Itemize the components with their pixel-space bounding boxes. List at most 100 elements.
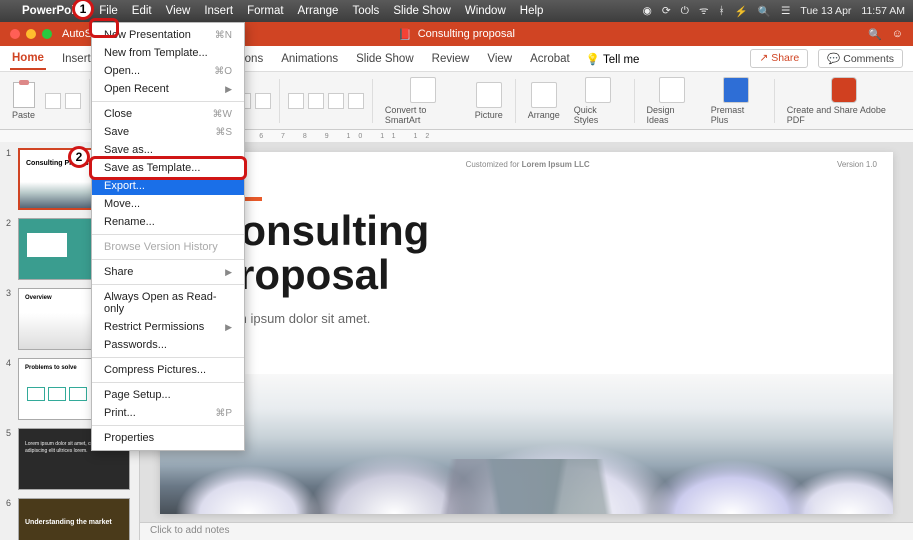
file-menu-item[interactable]: Properties (92, 429, 244, 447)
share-button[interactable]: ↗ Share (750, 49, 808, 68)
arrange-group[interactable]: Arrange (524, 82, 564, 120)
menu-insert[interactable]: Insert (204, 5, 233, 17)
close-icon[interactable] (10, 29, 20, 39)
adobe-pdf-group[interactable]: Create and Share Adobe PDF (783, 77, 905, 125)
clipboard-buttons[interactable] (45, 93, 81, 109)
doc-title[interactable]: Consulting proposal (418, 28, 515, 40)
arrange-label: Arrange (528, 110, 560, 120)
status-icon[interactable]: ⏻ (681, 5, 689, 18)
menu-tools[interactable]: Tools (352, 5, 379, 17)
smartart-group[interactable]: Convert to SmartArt (381, 77, 465, 125)
file-menu-item[interactable]: Browse Version History (92, 238, 244, 256)
paste-group[interactable]: Paste (8, 82, 39, 120)
slide-subtitle[interactable]: Lorem ipsum dolor sit amet. (210, 311, 893, 326)
quickstyles-label: Quick Styles (574, 105, 622, 125)
slide-editor[interactable]: Confidential Customized for Lorem Ipsum … (140, 142, 913, 540)
search-icon[interactable]: 🔍 (868, 28, 882, 41)
smartart-icon[interactable] (410, 77, 436, 103)
paste-label: Paste (12, 110, 35, 120)
battery-icon[interactable]: ⚡ (735, 5, 748, 18)
design-ideas-label: Design Ideas (647, 105, 697, 125)
thumbnail-6[interactable]: 6 Understanding the market (6, 498, 133, 540)
menu-window[interactable]: Window (465, 5, 506, 17)
thumb-number: 6 (6, 498, 14, 540)
arrange-icon[interactable] (531, 82, 557, 108)
premast-group[interactable]: Premast Plus (707, 77, 766, 125)
tab-insert[interactable]: Insert (60, 49, 93, 69)
picture-group[interactable]: Picture (471, 82, 507, 120)
design-ideas-icon[interactable] (659, 77, 685, 103)
user-icon[interactable]: ☺ (892, 28, 903, 41)
maximize-icon[interactable] (42, 29, 52, 39)
file-menu-item[interactable]: Open Recent▶ (92, 80, 244, 98)
paste-icon[interactable] (13, 82, 35, 108)
tab-home[interactable]: Home (10, 48, 46, 70)
slide-image (160, 374, 893, 514)
wifi-icon[interactable]: ᯤ (699, 4, 709, 18)
current-slide[interactable]: Confidential Customized for Lorem Ipsum … (160, 152, 893, 514)
file-menu-item[interactable]: New from Template... (92, 44, 244, 62)
tell-me[interactable]: 💡 Tell me (586, 52, 640, 66)
thumb-number: 2 (6, 218, 14, 280)
tab-slideshow[interactable]: Slide Show (354, 49, 416, 69)
search-icon[interactable]: 🔍 (758, 5, 771, 18)
status-icon[interactable]: ◉ (643, 5, 652, 17)
file-menu-item[interactable]: Save⌘S (92, 123, 244, 141)
smartart-label: Convert to SmartArt (385, 105, 461, 125)
menu-format[interactable]: Format (247, 5, 283, 17)
doc-icon: 📕 (398, 28, 412, 41)
slide-version: Version 1.0 (837, 160, 877, 169)
thumb-number: 1 (6, 148, 14, 210)
menubar-status: ◉ ⟳ ⏻ ᯤ ᚼ ⚡ 🔍 ☰ Tue 13 Apr 11:57 AM (643, 4, 905, 18)
file-menu-item[interactable]: Print...⌘P (92, 404, 244, 422)
file-menu-dropdown: New Presentation⌘NNew from Template...Op… (91, 22, 245, 451)
status-icon[interactable]: ⟳ (662, 5, 671, 17)
menu-file[interactable]: File (99, 5, 118, 17)
tab-acrobat[interactable]: Acrobat (528, 49, 572, 69)
menu-arrange[interactable]: Arrange (298, 5, 339, 17)
file-menu-item[interactable]: Page Setup... (92, 386, 244, 404)
file-menu-item[interactable]: Always Open as Read-only (92, 288, 244, 318)
tab-review[interactable]: Review (430, 49, 472, 69)
file-menu-item[interactable]: Compress Pictures... (92, 361, 244, 379)
design-ideas-group[interactable]: Design Ideas (643, 77, 701, 125)
picture-label: Picture (475, 110, 503, 120)
menubar-date[interactable]: Tue 13 Apr (800, 5, 851, 17)
tab-animations[interactable]: Animations (279, 49, 340, 69)
slide-title[interactable]: ConsultingProposal (210, 209, 893, 297)
menu-view[interactable]: View (166, 5, 191, 17)
control-icon[interactable]: ☰ (781, 5, 790, 17)
comments-button[interactable]: 💬 Comments (818, 49, 903, 68)
picture-icon[interactable] (476, 82, 502, 108)
file-menu-item[interactable]: Move... (92, 195, 244, 213)
bluetooth-icon[interactable]: ᚼ (719, 5, 725, 17)
file-menu-item[interactable]: Rename... (92, 213, 244, 231)
annotation-export-box (89, 156, 247, 180)
slide-customized: Customized for Lorem Ipsum LLC (466, 160, 590, 169)
annotation-file-box (89, 18, 119, 38)
thumb-number: 4 (6, 358, 14, 420)
file-menu-item[interactable]: Share▶ (92, 263, 244, 281)
mac-menubar: PowerPoint File Edit View Insert Format … (0, 0, 913, 22)
thumb-number: 5 (6, 428, 14, 490)
quickstyles-icon[interactable] (585, 77, 611, 103)
menubar-time[interactable]: 11:57 AM (861, 5, 905, 17)
adobe-label: Create and Share Adobe PDF (787, 105, 901, 125)
minimize-icon[interactable] (26, 29, 36, 39)
menu-help[interactable]: Help (520, 5, 544, 17)
file-menu-item[interactable]: Passwords... (92, 336, 244, 354)
file-menu-item[interactable]: Open...⌘O (92, 62, 244, 80)
window-controls[interactable] (10, 29, 52, 39)
adobe-icon[interactable] (831, 77, 857, 103)
quickstyles-group[interactable]: Quick Styles (570, 77, 626, 125)
menu-slideshow[interactable]: Slide Show (393, 5, 451, 17)
premast-label: Premast Plus (711, 105, 762, 125)
menu-edit[interactable]: Edit (132, 5, 152, 17)
tab-view[interactable]: View (485, 49, 514, 69)
premast-icon[interactable] (723, 77, 749, 103)
thumb-number: 3 (6, 288, 14, 350)
file-menu-item[interactable]: Close⌘W (92, 105, 244, 123)
notes-pane[interactable]: Click to add notes (140, 522, 913, 540)
paragraph-buttons[interactable] (288, 93, 364, 109)
file-menu-item[interactable]: Restrict Permissions▶ (92, 318, 244, 336)
